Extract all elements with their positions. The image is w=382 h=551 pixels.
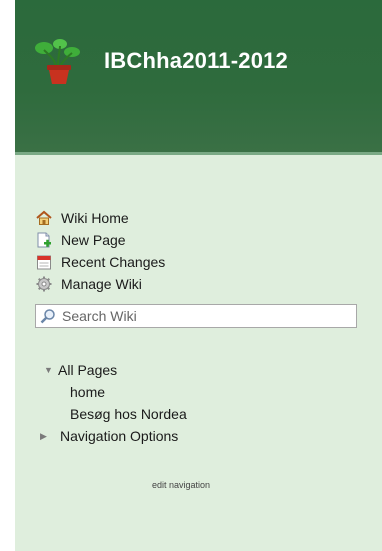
potted-plant-icon[interactable] [32,38,88,86]
all-pages-label: All Pages [58,362,118,378]
calendar-icon [36,254,52,270]
edit-navigation-link[interactable]: edit navigation [152,480,210,490]
nav-item-label: New Page [61,232,126,248]
search-box[interactable] [35,304,357,328]
triangle-right-icon: ▶ [40,430,47,441]
page-link-label: home [70,384,106,400]
nav-item-label: Wiki Home [61,210,129,226]
search-input[interactable] [62,308,342,324]
nav-item-manage-wiki[interactable]: Manage Wiki [36,273,142,295]
nav-item-recent-changes[interactable]: Recent Changes [36,251,165,273]
house-icon [36,210,52,226]
nav-item-label: Manage Wiki [61,276,142,292]
nav-item-wiki-home[interactable]: Wiki Home [36,207,129,229]
page-link-home[interactable]: home [70,382,105,402]
wiki-sidebar: IBChha2011-2012 Wiki Home New Page Recen… [0,0,382,551]
wiki-title[interactable]: IBChha2011-2012 [104,48,288,74]
navigation-options-label: Navigation Options [60,428,179,444]
triangle-down-icon: ▼ [44,365,53,375]
navigation-options-toggle[interactable]: ▶ Navigation Options [40,426,178,446]
nav-item-new-page[interactable]: New Page [36,229,126,251]
search-icon[interactable] [40,308,56,324]
page-link-besog-hos-nordea[interactable]: Besøg hos Nordea [70,404,187,424]
gear-icon [36,276,52,292]
nav-item-label: Recent Changes [61,254,166,270]
page-link-label: Besøg hos Nordea [70,406,187,422]
all-pages-toggle[interactable]: ▼ All Pages [44,360,117,380]
new-page-icon [36,232,52,248]
